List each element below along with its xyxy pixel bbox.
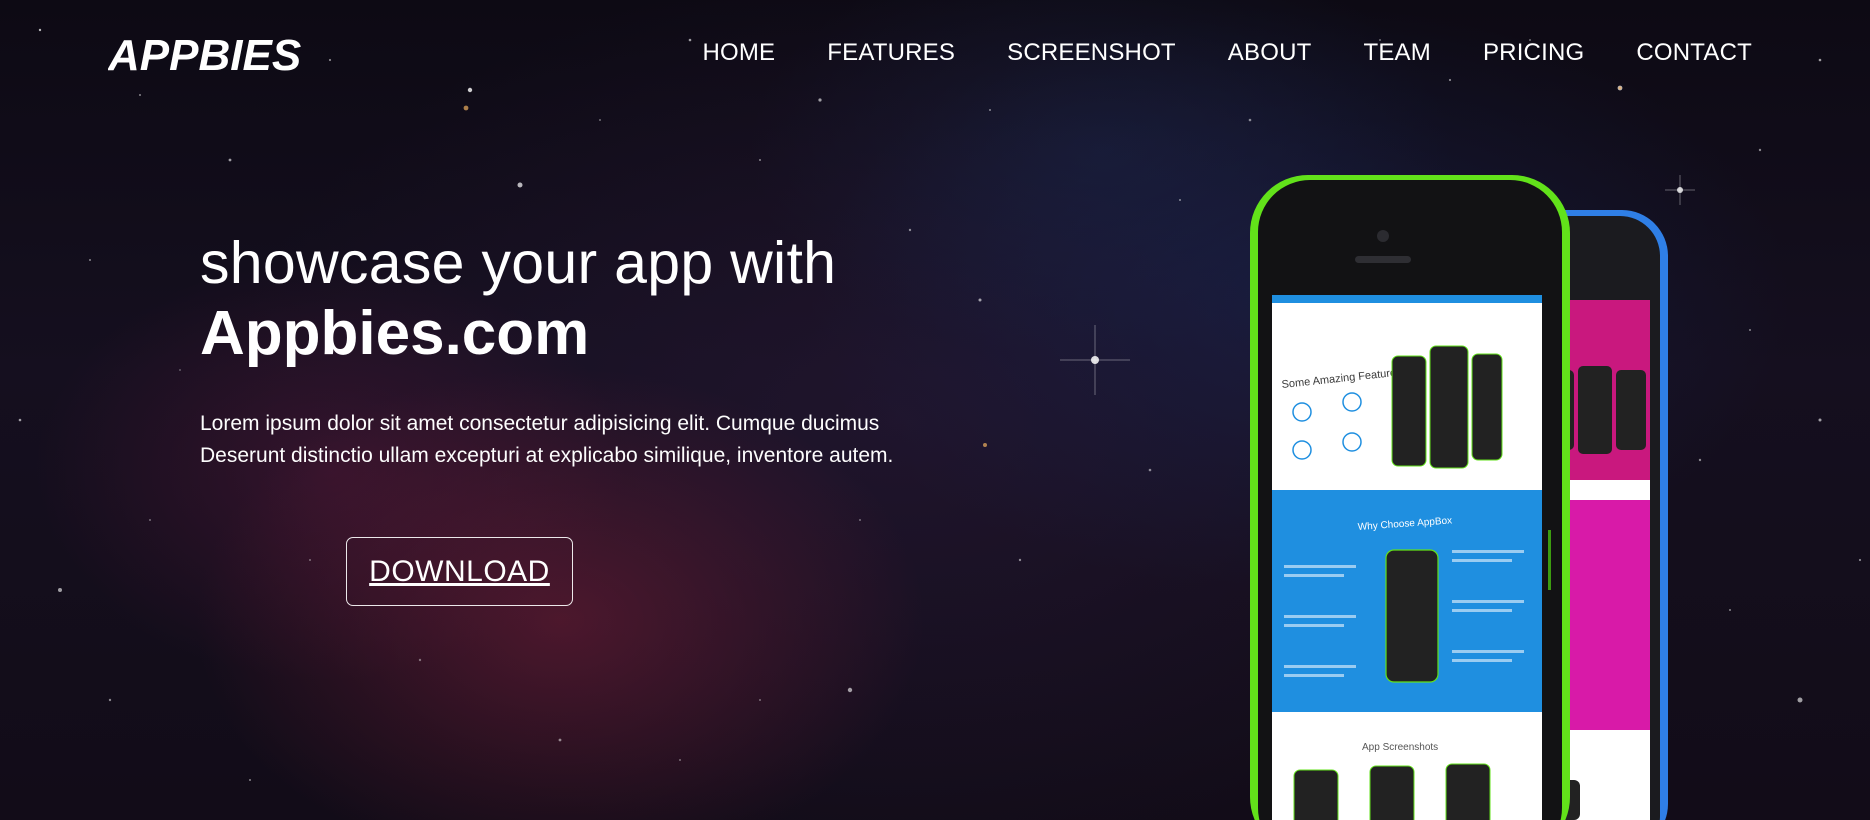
nav-features[interactable]: FEATURES: [827, 38, 955, 68]
hero-description-line1: Lorem ipsum dolor sit amet consectetur a…: [200, 412, 880, 435]
front-phone: Some Amazing Features Why Choose AppBox …: [1250, 175, 1570, 820]
nav-about[interactable]: ABOUT: [1228, 38, 1312, 68]
hero-tagline: showcase your app with: [200, 230, 837, 296]
nav-screenshot[interactable]: SCREENSHOT: [1007, 38, 1176, 68]
nav-contact[interactable]: CONTACT: [1636, 38, 1752, 68]
download-button[interactable]: DOWNLOAD: [346, 537, 573, 606]
hero-section: showcase your app with Appbies.com Lorem…: [200, 228, 940, 472]
main-nav: HOME FEATURES SCREENSHOT ABOUT TEAM PRIC…: [650, 38, 1752, 68]
hero-description-line2: Deserunt distinctio ullam excepturi at e…: [200, 444, 894, 467]
svg-text:APPBIES: APPBIES: [108, 31, 301, 78]
hero-description: Lorem ipsum dolor sit amet consectetur a…: [200, 408, 940, 472]
nav-home[interactable]: HOME: [702, 38, 775, 68]
nav-pricing[interactable]: PRICING: [1483, 38, 1584, 68]
appbies-logo[interactable]: APPBIES: [108, 30, 308, 78]
svg-text:App Screenshots: App Screenshots: [1362, 742, 1438, 753]
hero-site-name: Appbies.com: [200, 299, 590, 368]
nav-team[interactable]: TEAM: [1363, 38, 1430, 68]
phone-mockups: Some Amazing Features Why Choose AppBox …: [1250, 175, 1668, 820]
